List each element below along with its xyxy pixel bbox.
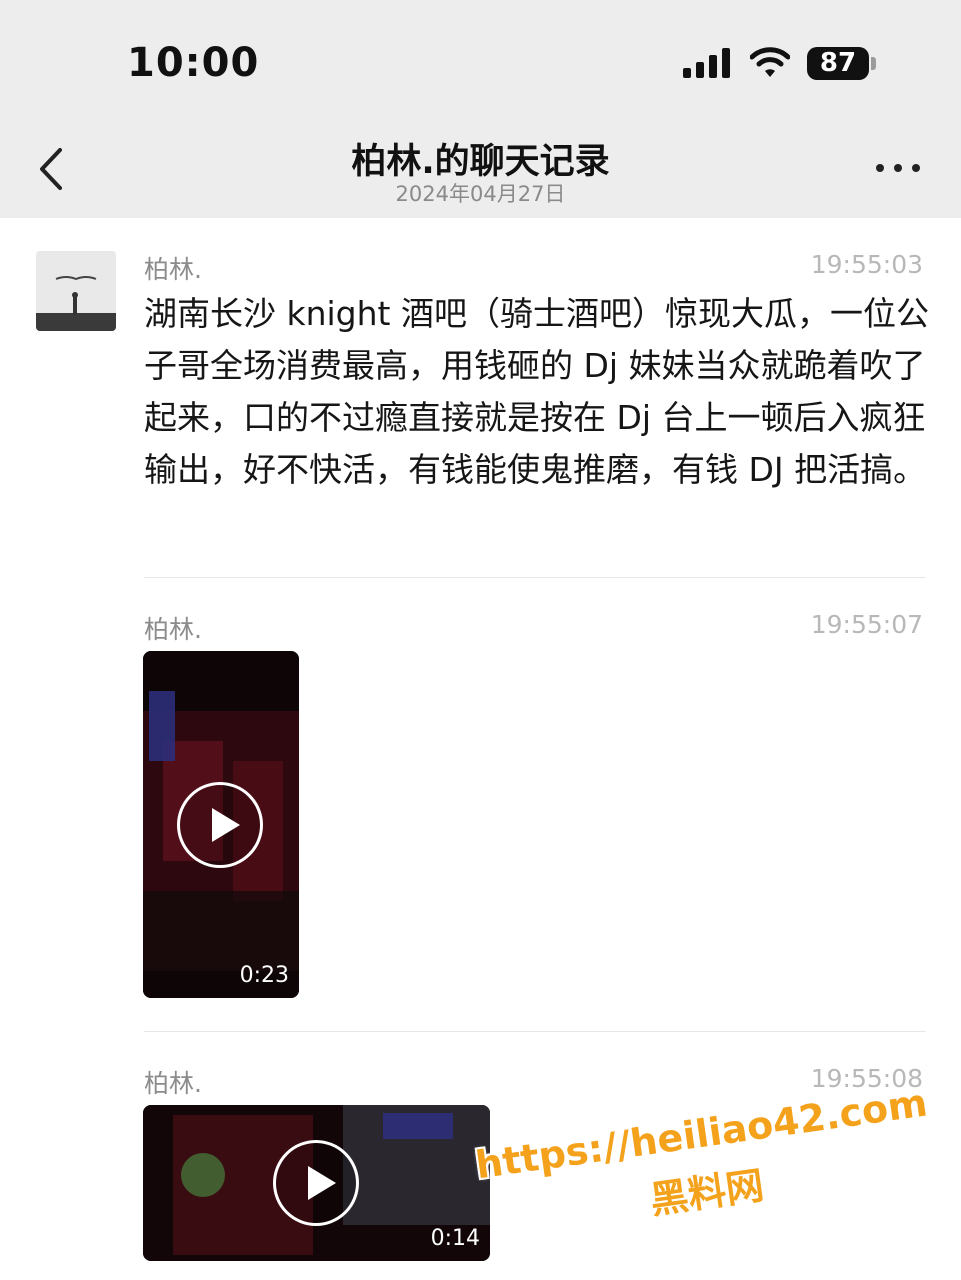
avatar-image [36, 251, 116, 331]
signal-icon [683, 48, 730, 78]
divider [144, 1031, 926, 1032]
play-icon[interactable] [177, 782, 263, 868]
video-message[interactable]: 0:14 [143, 1105, 490, 1261]
sender-name: 柏林. [144, 255, 202, 284]
divider [144, 577, 926, 578]
sender-name: 柏林. [144, 1069, 202, 1098]
message-text: 湖南长沙 knight 酒吧（骑士酒吧）惊现大瓜，一位公子哥全场消费最高，用钱砸… [144, 294, 929, 489]
video-duration: 0:14 [430, 1226, 480, 1251]
watermark: https://heiliao42.com 黑料网 [473, 1080, 933, 1248]
more-dots-icon[interactable] [876, 164, 920, 174]
video-message[interactable]: 0:23 [143, 651, 299, 998]
battery-tip [871, 57, 876, 70]
play-icon[interactable] [273, 1140, 359, 1226]
message-time: 19:55:03 [810, 250, 923, 279]
video-duration: 0:23 [239, 963, 289, 988]
sender-name: 柏林. [144, 615, 202, 644]
wifi-icon [750, 47, 790, 77]
message-time: 19:55:07 [810, 610, 923, 639]
page-date: 2024年04月27日 [395, 182, 566, 206]
chat-header: 10:00 87 柏林.的聊天记录 2024年04月27日 [0, 0, 961, 218]
avatar[interactable] [36, 251, 116, 331]
status-time: 10:00 [127, 40, 260, 86]
page-title: 柏林.的聊天记录 [351, 142, 610, 182]
battery-indicator: 87 [807, 47, 869, 80]
